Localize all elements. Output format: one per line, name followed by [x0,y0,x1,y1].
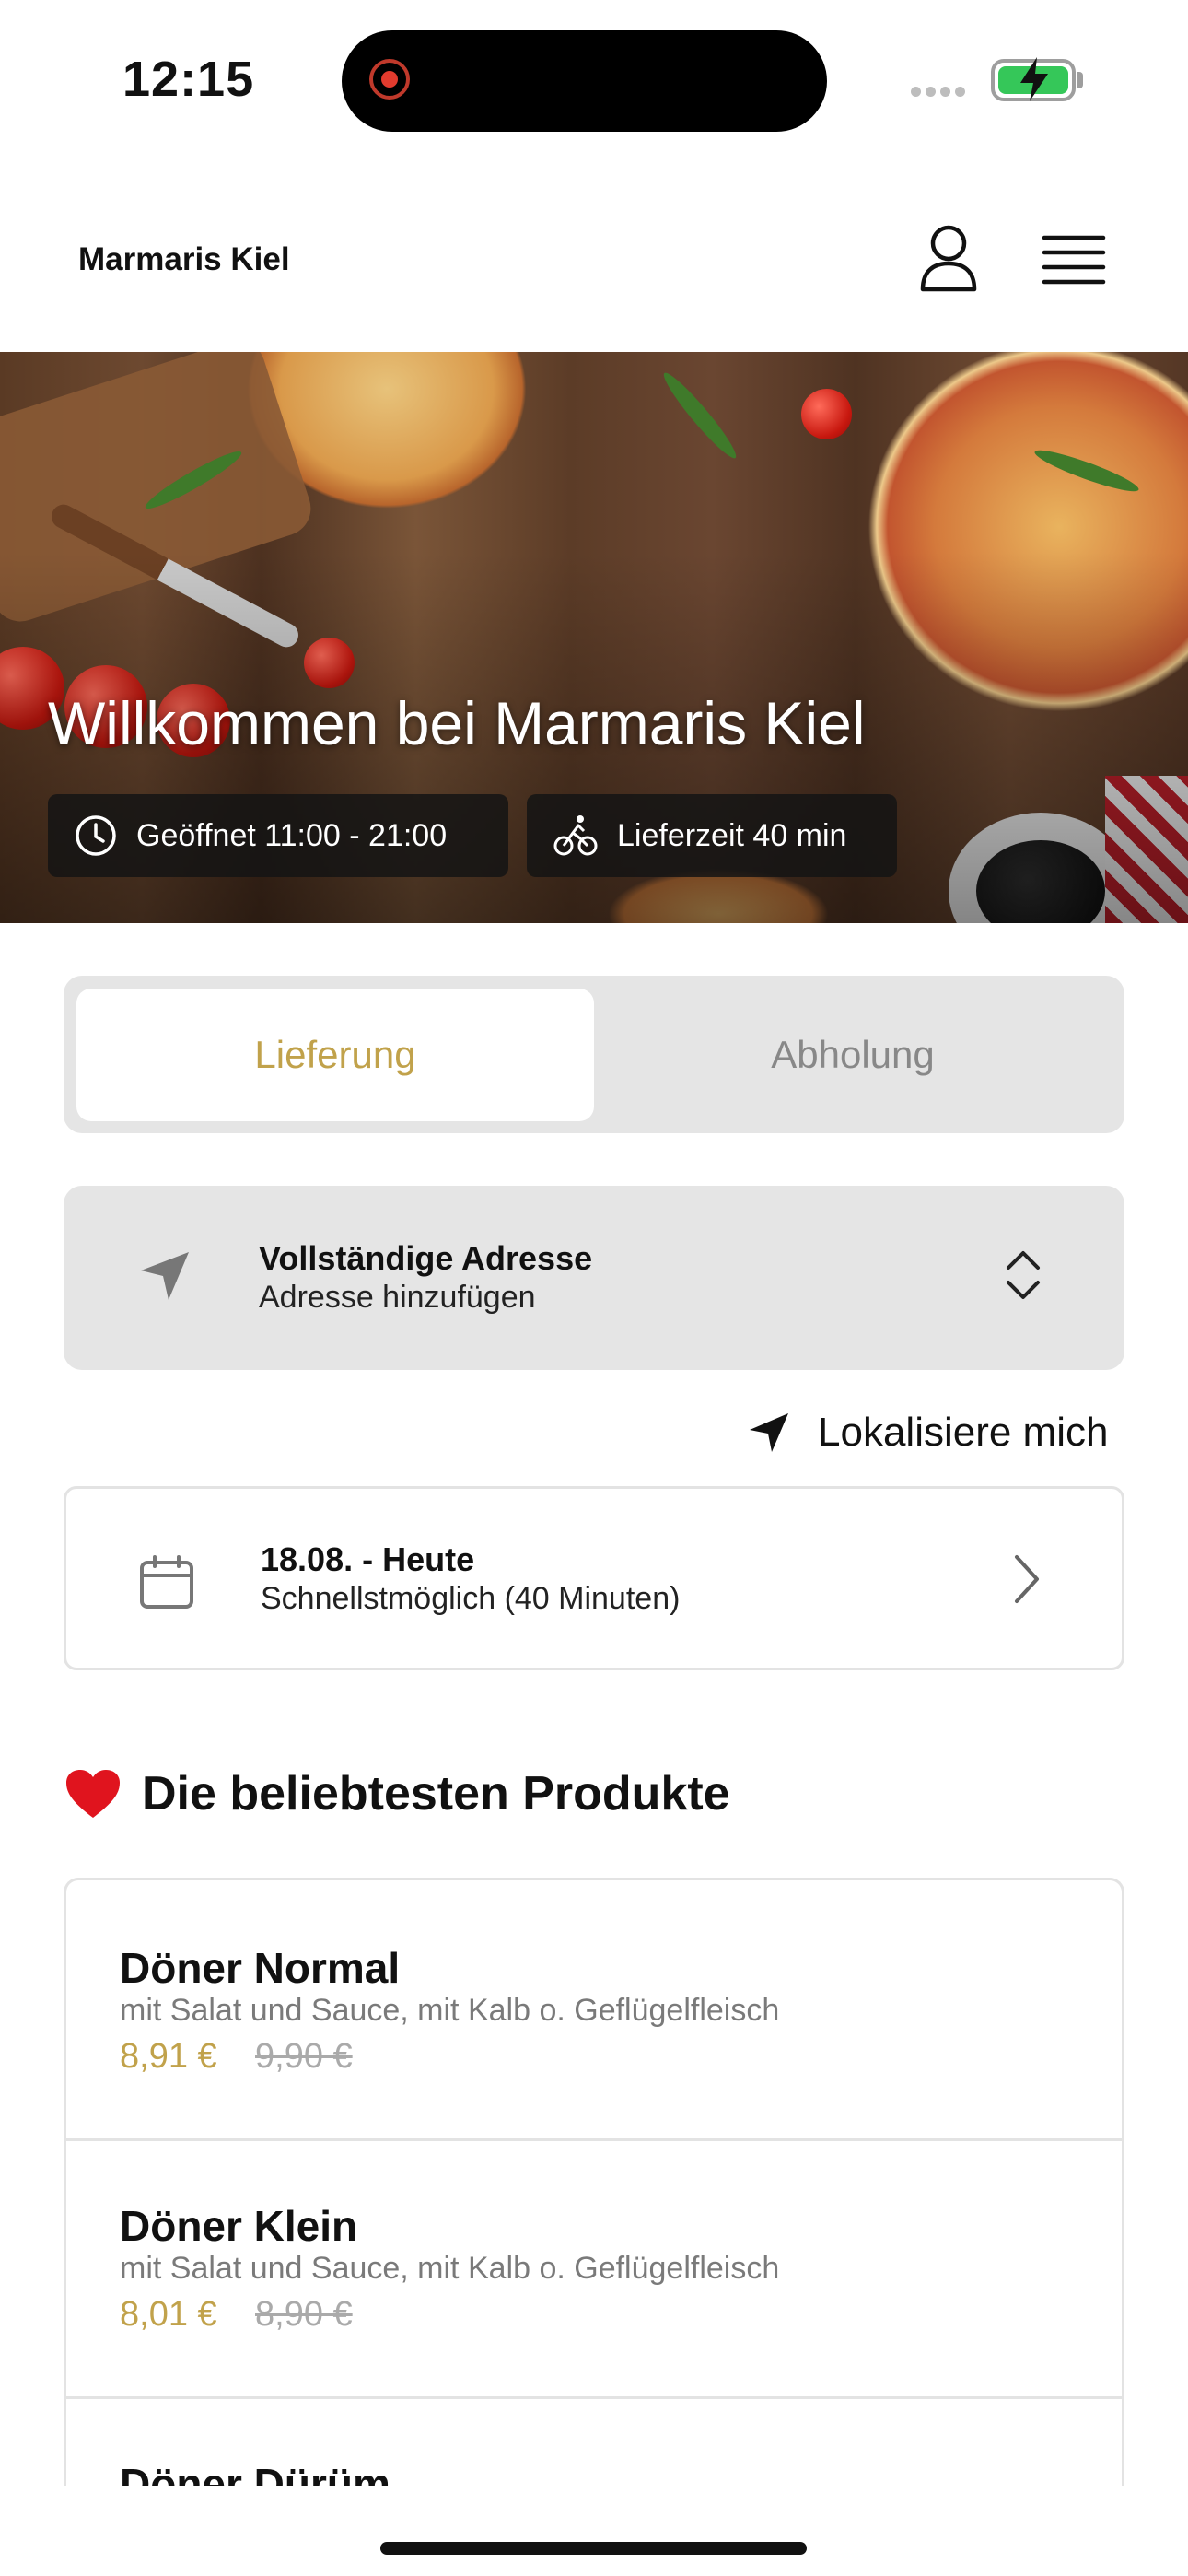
account-button[interactable] [916,221,981,295]
product-description: mit Salat und Sauce, mit Kalb o. Geflüge… [120,1993,780,2028]
popular-section-title: Die beliebtesten Produkte [64,1766,730,1821]
product-old-price: 9,90 € [255,2037,353,2076]
menu-button[interactable] [1041,232,1107,287]
delivery-time-text: Lieferzeit 40 min [617,817,847,853]
locate-me-button[interactable]: Lokalisiere mich [748,1400,1108,1465]
tab-pickup[interactable]: Abholung [594,989,1112,1121]
bicycle-icon [553,815,598,856]
status-time: 12:15 [122,52,255,107]
product-card[interactable]: Döner Dürüm [66,2396,1122,2486]
delivery-time-selector[interactable]: 18.08. - Heute Schnellstmöglich (40 Minu… [64,1486,1124,1670]
product-card[interactable]: Döner Klein mit Salat und Sauce, mit Kal… [66,2138,1122,2399]
order-mode-toggle: Lieferung Abholung [64,976,1124,1133]
popular-title-text: Die beliebtesten Produkte [142,1767,730,1821]
chevron-up-down-icon [1007,1251,1040,1299]
app-header: Marmaris Kiel [0,175,1188,350]
product-price: 8,91 € [120,2037,217,2076]
heart-icon [66,1770,120,1818]
user-icon [920,225,977,292]
hero-banner: Willkommen bei Marmaris Kiel Geöffnet 11… [0,352,1188,923]
delivery-time-badge: Lieferzeit 40 min [527,794,897,877]
status-bar: 12:15 [0,0,1188,157]
location-arrow-icon [750,1413,788,1452]
home-indicator[interactable] [380,2542,807,2555]
opening-hours-text: Geöffnet 11:00 - 21:00 [136,817,448,853]
address-selector[interactable]: Vollständige Adresse Adresse hinzufügen [64,1186,1124,1370]
tab-delivery[interactable]: Lieferung [76,989,594,1121]
product-price: 8,01 € [120,2295,217,2334]
charging-bolt-icon [1020,57,1048,101]
product-old-price: 8,90 € [255,2295,353,2334]
calendar-icon [140,1555,193,1609]
recording-indicator-icon [369,59,410,100]
hero-title: Willkommen bei Marmaris Kiel [48,689,866,757]
product-card[interactable]: Döner Normal mit Salat und Sauce, mit Ka… [66,1880,1122,2141]
signal-icon [911,85,972,97]
location-arrow-icon [141,1252,189,1300]
date-title: 18.08. - Heute [261,1540,475,1578]
battery-cap [1077,72,1083,88]
address-title: Vollständige Adresse [259,1239,593,1277]
locate-me-label: Lokalisiere mich [818,1410,1109,1455]
product-name: Döner Dürüm [120,2460,390,2486]
hamburger-icon [1042,235,1106,285]
brand-name: Marmaris Kiel [78,241,290,277]
address-subtitle: Adresse hinzufügen [259,1280,536,1315]
dynamic-island [342,30,827,132]
chevron-right-icon [1015,1555,1039,1603]
product-description: mit Salat und Sauce, mit Kalb o. Geflüge… [120,2251,780,2286]
product-list: Döner Normal mit Salat und Sauce, mit Ka… [64,1878,1124,2486]
product-name: Döner Normal [120,1944,401,1992]
opening-hours-badge: Geöffnet 11:00 - 21:00 [48,794,508,877]
product-name: Döner Klein [120,2202,358,2250]
clock-icon [76,815,116,856]
date-subtitle: Schnellstmöglich (40 Minuten) [261,1581,681,1616]
